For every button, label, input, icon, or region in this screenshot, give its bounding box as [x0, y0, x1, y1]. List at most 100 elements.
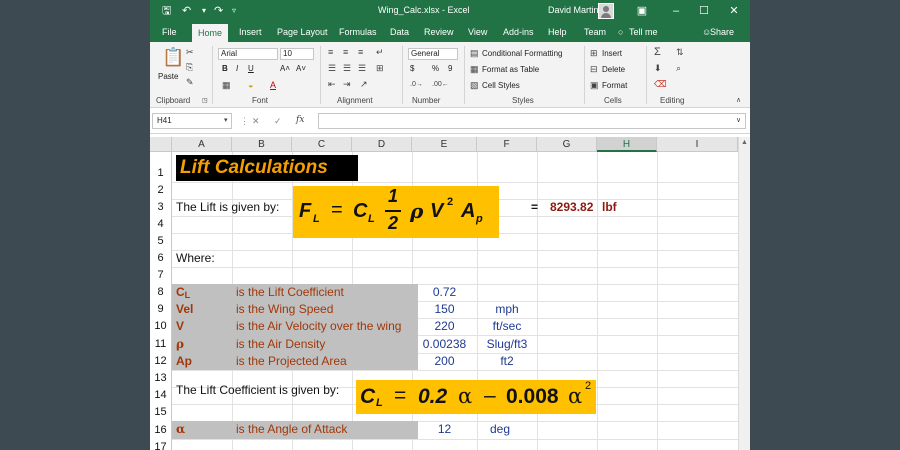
lift-coefficient-equation-image[interactable]: C L = 0.2 α – 0.008 α 2 [356, 380, 596, 414]
font-size-select[interactable]: 10 [280, 48, 314, 60]
column-header[interactable]: C [292, 137, 352, 152]
row-header[interactable]: 12 [150, 353, 172, 370]
symbol-vel[interactable]: Vel [176, 301, 193, 318]
value-v[interactable]: 220 [412, 318, 477, 335]
increase-indent-icon[interactable]: ⇥ [343, 79, 351, 89]
row-header[interactable]: 9 [150, 301, 172, 318]
undo-icon[interactable]: ↶ [182, 3, 191, 19]
align-bottom-icon[interactable]: ≡ [358, 47, 363, 57]
tab-review[interactable]: Review [418, 22, 460, 42]
minimize-icon[interactable]: – [662, 0, 690, 22]
lift-unit[interactable]: lbf [602, 199, 617, 216]
decrease-indent-icon[interactable]: ⇤ [328, 79, 336, 89]
desc-vel[interactable]: is the Wing Speed [236, 301, 333, 318]
format-as-table-button[interactable]: Format as Table [482, 65, 539, 75]
value-vel[interactable]: 150 [412, 301, 477, 318]
coef-label[interactable]: The Lift Coefficient is given by: [176, 382, 339, 399]
italic-button[interactable]: I [236, 64, 238, 74]
row-header[interactable]: 8 [150, 284, 172, 301]
paste-icon[interactable]: 📋 [162, 48, 184, 66]
worksheet-grid[interactable]: A B C D E F G H I 1 2 3 4 5 6 7 8 9 10 1… [150, 137, 738, 450]
tab-add-ins[interactable]: Add-ins [497, 22, 540, 42]
value-rho[interactable]: 0.00238 [412, 336, 477, 353]
ribbon-display-icon[interactable]: ▣ [628, 0, 656, 22]
format-painter-icon[interactable]: ✎ [186, 77, 194, 87]
user-name[interactable]: David Martin [548, 5, 599, 15]
tab-insert[interactable]: Insert [233, 22, 268, 42]
tab-data[interactable]: Data [384, 22, 415, 42]
grow-font-button[interactable]: A˄ [280, 64, 290, 74]
select-all-corner[interactable] [150, 137, 172, 152]
insert-cells-button[interactable]: Insert [602, 49, 622, 59]
conditional-formatting-button[interactable]: Conditional Formatting [482, 49, 562, 59]
formula-input[interactable] [318, 113, 746, 129]
share-button[interactable]: Share [708, 22, 740, 42]
unit-rho[interactable]: Slug/ft3 [477, 336, 537, 353]
wrap-text-icon[interactable]: ↵ [376, 47, 384, 57]
desc-v[interactable]: is the Air Velocity over the wing [236, 318, 401, 335]
row-header[interactable]: 6 [150, 250, 172, 267]
percent-button[interactable]: % [432, 64, 439, 74]
value-ap[interactable]: 200 [412, 353, 477, 370]
unit-ap[interactable]: ft2 [477, 353, 537, 370]
column-header[interactable]: B [232, 137, 292, 152]
borders-icon[interactable]: ▦ [222, 80, 231, 90]
unit-vel[interactable]: mph [477, 301, 537, 318]
delete-cells-button[interactable]: Delete [602, 65, 625, 75]
row-header[interactable]: 17 [150, 439, 172, 450]
cell-styles-button[interactable]: Cell Styles [482, 81, 520, 91]
avatar[interactable] [598, 3, 614, 19]
align-top-icon[interactable]: ≡ [328, 47, 333, 57]
row-header[interactable]: 16 [150, 421, 172, 439]
clear-icon[interactable]: ⌫ [654, 79, 667, 89]
merge-center-icon[interactable]: ⊞ [376, 63, 384, 73]
desc-rho[interactable]: is the Air Density [236, 336, 325, 353]
row-header[interactable]: 3 [150, 199, 172, 216]
name-box-dropdown-icon[interactable]: ▾ [224, 116, 228, 126]
row-header[interactable]: 7 [150, 267, 172, 284]
column-header[interactable]: G [537, 137, 597, 152]
column-header[interactable]: E [412, 137, 477, 152]
row-header[interactable]: 15 [150, 404, 172, 421]
dialog-launcher-icon[interactable]: ◳ [202, 96, 208, 106]
column-header[interactable]: F [477, 137, 537, 152]
underline-button[interactable]: U [248, 64, 254, 74]
row-header[interactable]: 14 [150, 387, 172, 404]
save-icon[interactable]: 🖫 [162, 3, 171, 19]
undo-dropdown-icon[interactable]: ▾ [202, 3, 206, 19]
lift-equation-image[interactable]: F L = C L 1 2 ρ V 2 A p [293, 186, 499, 238]
autosum-icon[interactable]: Σ [654, 47, 661, 58]
fill-icon[interactable]: ⬇ [654, 63, 662, 73]
number-format-select[interactable]: General [408, 48, 458, 60]
tab-team[interactable]: Team [578, 22, 612, 42]
close-icon[interactable]: ✕ [720, 0, 748, 22]
column-header[interactable]: D [352, 137, 412, 152]
format-cells-button[interactable]: Format [602, 81, 627, 91]
tab-home[interactable]: Home [192, 24, 229, 42]
shrink-font-button[interactable]: A˅ [296, 64, 306, 74]
align-middle-icon[interactable]: ≡ [343, 47, 348, 57]
orientation-icon[interactable]: ↗ [360, 79, 368, 89]
where-label[interactable]: Where: [176, 250, 215, 267]
comma-button[interactable]: 9 [448, 64, 452, 74]
fill-color-icon[interactable]: ◒ [248, 80, 253, 90]
title-cell[interactable]: Lift Calculations [176, 155, 358, 181]
align-center-icon[interactable]: ☰ [343, 63, 351, 73]
increase-decimal-icon[interactable]: .0→ [410, 80, 423, 90]
desc-cl[interactable]: is the Lift Coefficient [236, 284, 344, 301]
row-header[interactable]: 1 [150, 152, 172, 182]
tab-file[interactable]: File [156, 22, 183, 42]
row-header[interactable]: 13 [150, 370, 172, 387]
bold-button[interactable]: B [222, 64, 228, 74]
maximize-icon[interactable]: ☐ [690, 0, 718, 22]
font-name-select[interactable]: Arial [218, 48, 278, 60]
font-color-icon[interactable]: A [270, 80, 276, 90]
tab-help[interactable]: Help [542, 22, 573, 42]
row-header[interactable]: 2 [150, 182, 172, 199]
expand-formula-bar-icon[interactable]: ∨ [736, 116, 741, 126]
column-header[interactable]: I [657, 137, 738, 152]
column-header[interactable]: A [172, 137, 232, 152]
tab-page-layout[interactable]: Page Layout [271, 22, 334, 42]
symbol-alpha[interactable]: α [176, 421, 185, 438]
column-header-selected[interactable]: H [597, 137, 657, 152]
